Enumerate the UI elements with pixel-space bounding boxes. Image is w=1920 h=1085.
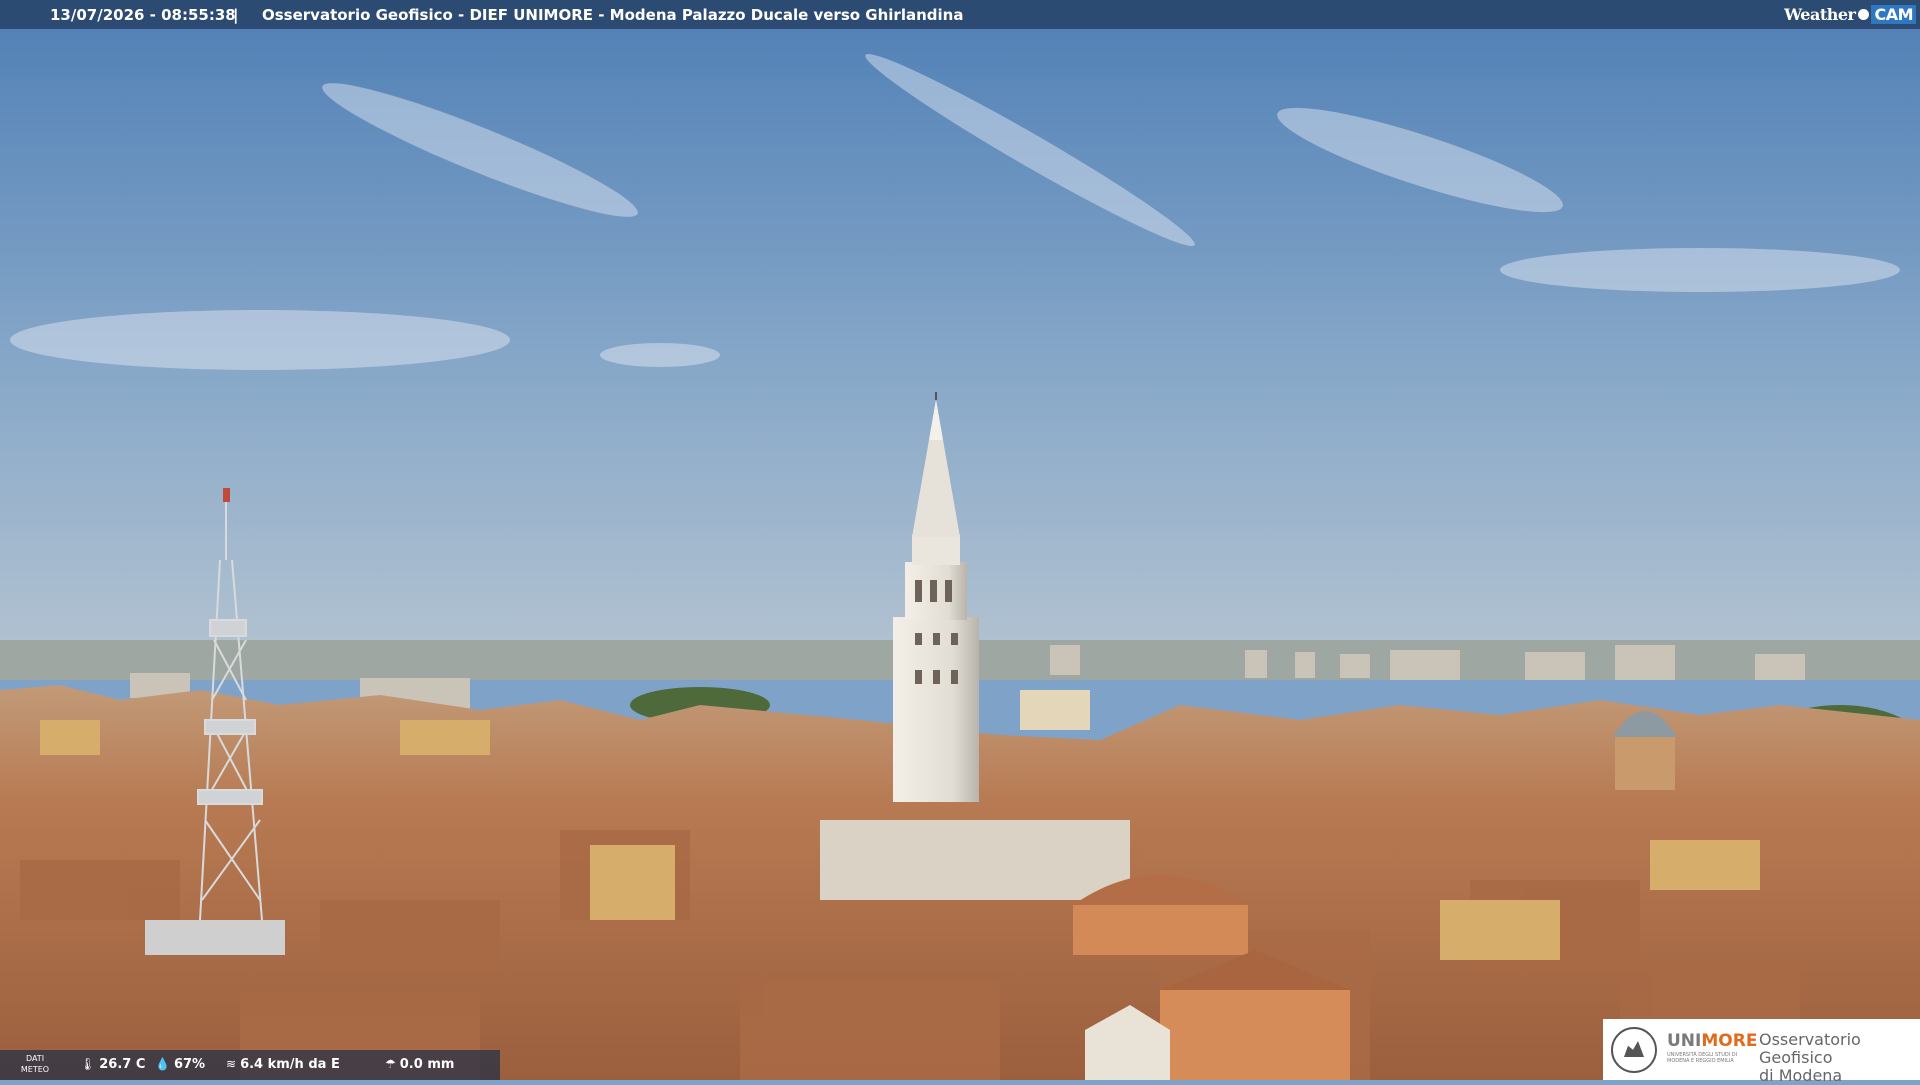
timestamp: 13/07/2026 - 08:55:38 [50,6,236,24]
weather-data-label: DATI METEO [20,1054,50,1074]
rain-gauge-icon: ☂ [385,1057,396,1071]
camera-title: Osservatorio Geofisico - DIEF UNIMORE - … [262,6,964,24]
caption-separator: | [233,6,239,24]
humidity-drop-icon: 💧 [155,1057,170,1071]
logo-weather-text: Weather [1784,4,1856,24]
unimore-subtitle: UNIVERSITÀ DEGLI STUDI DI MODENA E REGGI… [1667,1052,1738,1064]
unimore-logo-box: UNIMORE UNIVERSITÀ DEGLI STUDI DI MODENA… [1603,1019,1920,1085]
rotunda-drum [1073,905,1248,955]
unimore-wordmark: UNIMORE [1667,1031,1758,1051]
wind-icon: ≋ [226,1057,237,1071]
thermometer-icon: 🌡 [80,1057,96,1071]
observatory-name: Osservatorio Geofisico di Modena [1759,1030,1861,1085]
logo-dot-icon [1858,8,1870,20]
caption-bar: 13/07/2026 - 08:55:38 | Osservatorio Geo… [0,0,1920,29]
weather-data-bar: DATI METEO 🌡 26.7 C 💧 67% ≋ 6.4 km/h da E ☂… [0,1050,500,1080]
temperature-reading: 🌡 26.7 C [80,1057,146,1072]
university-seal-icon [1611,1027,1657,1073]
webcam-photo [0,0,1920,1080]
rain-reading: ☂ 0.0 mm [385,1057,455,1072]
weathercam-logo: Weather CAM [1784,2,1916,26]
wind-reading: ≋ 6.4 km/h da E [226,1057,340,1072]
logo-cam-text: CAM [1871,4,1916,24]
humidity-reading: 💧 67% [155,1057,206,1072]
